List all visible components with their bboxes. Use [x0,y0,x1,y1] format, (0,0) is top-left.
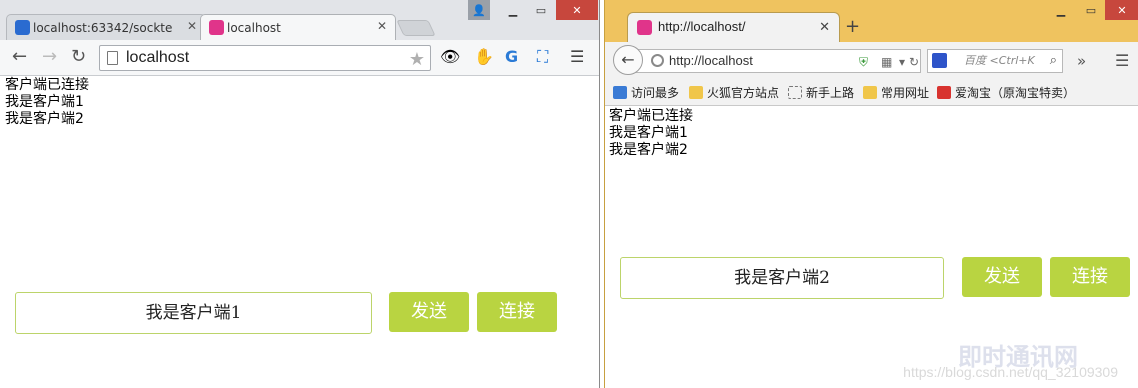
address-bar[interactable]: http://localhost ⛨ ▦ ▾ ↻ [629,49,921,73]
message-line: 我是客户端2 [609,142,688,158]
message-log: 客户端已连接 我是客户端1 我是客户端2 [5,77,89,128]
address-bar[interactable]: localhost ★ [99,45,431,71]
connect-button[interactable]: 连接 [477,292,557,332]
message-line: 我是客户端1 [5,94,84,110]
most-visited-icon [613,86,627,99]
bookmark-star-icon[interactable]: ★ [409,47,425,71]
bookmark-firefox-site[interactable]: 火狐官方站点 [689,85,779,101]
tab-localhost[interactable]: http://localhost/ ✕ [627,12,840,42]
new-tab-icon[interactable]: + [845,16,860,37]
send-button[interactable]: 发送 [962,257,1042,297]
page-icon [788,86,802,99]
search-placeholder: 百度 <Ctrl+K [964,54,1035,67]
close-window-icon[interactable]: ✕ [1105,0,1138,20]
close-icon[interactable]: ✕ [377,19,387,33]
close-window-icon[interactable]: ✕ [556,0,598,20]
minimize-icon[interactable]: ▁ [1047,0,1075,20]
bookmark-aitaobao[interactable]: 爱淘宝（原淘宝特卖） [937,85,1075,101]
g-extension-icon[interactable]: G [505,48,518,66]
reload-icon[interactable]: ↻ [909,51,919,73]
watermark-url: https://blog.csdn.net/qq_32109309 [903,364,1118,380]
bookmark-label: 新手上路 [806,86,855,100]
back-arrow-icon[interactable]: ← [613,45,643,75]
globe-icon [651,54,664,67]
message-line: 客户端已连接 [5,77,89,93]
firefox-window: http://localhost/ ✕ + ▁ ▭ ✕ http://local… [604,0,1138,388]
address-text: http://localhost [669,53,753,68]
bookmark-label: 火狐官方站点 [707,86,780,100]
tab-localhost[interactable]: localhost ✕ [200,14,396,40]
bookmark-most-visited[interactable]: 访问最多 [613,85,679,101]
qr-code-icon[interactable]: ▦ [881,51,892,73]
bookmark-label: 常用网址 [881,86,930,100]
address-text: localhost [126,49,190,66]
baidu-engine-icon[interactable] [932,53,947,68]
back-arrow-icon[interactable]: ← [12,48,27,66]
bookmark-common-sites[interactable]: 常用网址 [863,85,929,101]
minimize-icon[interactable]: ▁ [500,0,526,20]
page-icon [107,51,118,65]
bookmarks-bar: 访问最多 火狐官方站点 新手上路 常用网址 爱淘宝（原淘宝特卖） [605,80,1138,106]
message-line: 我是客户端2 [5,111,84,127]
maximize-icon[interactable]: ▭ [528,0,554,20]
menu-icon[interactable]: ☰ [570,48,584,66]
chrome-page-content: 客户端已连接 我是客户端1 我是客户端2 我是客户端1 发送 连接 [0,76,599,388]
user-icon[interactable]: 👤 [468,0,490,20]
message-input[interactable]: 我是客户端2 [620,257,944,299]
message-log: 客户端已连接 我是客户端1 我是客户端2 [609,108,693,159]
tab-title: http://localhost/ [658,19,746,34]
reload-icon[interactable]: ↻ [71,48,86,66]
search-icon[interactable]: ⌕ [1050,50,1057,72]
message-line: 我是客户端1 [609,125,688,141]
bookmark-label: 爱淘宝（原淘宝特卖） [955,86,1076,100]
screenshot-extension-icon[interactable]: ⛶ [537,48,548,66]
eye-extension-icon[interactable]: 👁 [440,48,460,66]
close-icon[interactable]: ✕ [187,19,197,33]
message-input[interactable]: 我是客户端1 [15,292,372,334]
chrome-window: localhost:63342/socktes ✕ localhost ✕ 👤 … [0,0,600,388]
dropdown-icon[interactable]: ▾ [899,51,905,73]
evernote-extension-icon[interactable]: ✋ [474,48,494,66]
new-tab-button[interactable] [396,20,436,36]
html-favicon-icon [637,20,652,35]
tab-title: localhost:63342/socktes [33,20,173,35]
firefox-titlebar: http://localhost/ ✕ + ▁ ▭ ✕ [605,0,1138,42]
taobao-icon [937,86,951,99]
forward-arrow-icon[interactable]: → [42,48,57,66]
bookmark-label: 访问最多 [631,86,680,100]
html-favicon-icon [209,20,224,35]
tab-socktest[interactable]: localhost:63342/socktes ✕ [6,14,206,40]
shield-icon[interactable]: ⛨ [859,51,868,73]
firefox-navbar: http://localhost ⛨ ▦ ▾ ↻ ← 百度 <Ctrl+K ⌕ … [605,42,1138,80]
message-line: 客户端已连接 [609,108,693,124]
send-button[interactable]: 发送 [389,292,469,332]
close-icon[interactable]: ✕ [819,13,830,41]
webstorm-favicon-icon [15,20,30,35]
folder-icon [689,86,703,99]
maximize-icon[interactable]: ▭ [1077,0,1105,20]
search-input[interactable]: 百度 <Ctrl+K ⌕ [927,49,1063,73]
connect-button[interactable]: 连接 [1050,257,1130,297]
chrome-toolbar: ← → ↻ localhost ★ 👁 ✋ G ⛶ ☰ [0,40,599,76]
menu-icon[interactable]: ☰ [1115,52,1129,70]
tab-title: localhost [227,20,281,35]
bookmark-getting-started[interactable]: 新手上路 [788,85,854,101]
folder-icon [863,86,877,99]
chrome-titlebar: localhost:63342/socktes ✕ localhost ✕ 👤 … [0,0,599,40]
overflow-chevron-icon[interactable]: » [1077,52,1086,70]
